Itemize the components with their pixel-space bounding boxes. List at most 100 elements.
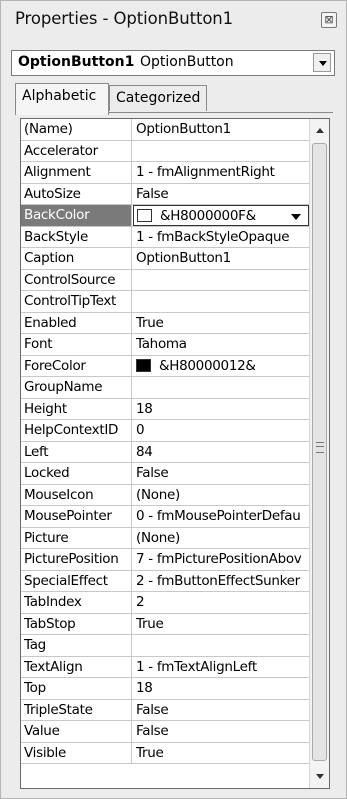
property-value[interactable]: &H80000012&	[133, 356, 309, 377]
property-value[interactable]: OptionButton1	[133, 119, 309, 140]
property-name[interactable]: Caption	[21, 248, 132, 269]
property-name[interactable]: Alignment	[21, 162, 132, 183]
property-value[interactable]: &H8000000F&	[133, 205, 309, 226]
property-value[interactable]: True	[133, 743, 309, 764]
property-value[interactable]: False	[133, 463, 309, 484]
property-value[interactable]: (None)	[133, 528, 309, 549]
property-value[interactable]: True	[133, 614, 309, 635]
property-name[interactable]: Tag	[21, 635, 132, 656]
property-row[interactable]: ControlTipText	[21, 291, 309, 313]
property-name[interactable]: BackColor	[21, 205, 132, 226]
property-name[interactable]: MouseIcon	[21, 484, 132, 505]
property-name[interactable]: Left	[21, 441, 132, 462]
scroll-up-button[interactable]	[312, 123, 328, 139]
property-name[interactable]: PicturePosition	[21, 549, 132, 570]
property-row[interactable]: PicturePosition 7 - fmPicturePositionAbov	[21, 549, 309, 571]
close-icon[interactable]: ⊠	[321, 12, 337, 28]
property-row[interactable]: Accelerator	[21, 140, 309, 162]
property-name[interactable]: ForeColor	[21, 355, 132, 376]
property-value[interactable]	[133, 635, 309, 656]
property-name[interactable]: Top	[21, 678, 132, 699]
property-name[interactable]: TextAlign	[21, 656, 132, 677]
property-value[interactable]: 18	[133, 678, 309, 699]
property-name[interactable]: ControlSource	[21, 269, 132, 290]
property-row[interactable]: ForeColor &H80000012&	[21, 355, 309, 377]
property-value[interactable]: 1 - fmTextAlignLeft	[133, 657, 309, 678]
property-row[interactable]: (Name) OptionButton1	[21, 119, 309, 141]
property-value[interactable]: (None)	[133, 485, 309, 506]
property-row[interactable]: Caption OptionButton1	[21, 248, 309, 270]
property-row[interactable]: Left 84	[21, 441, 309, 463]
property-name[interactable]: Font	[21, 334, 132, 355]
property-name[interactable]: GroupName	[21, 377, 132, 398]
property-row[interactable]: SpecialEffect 2 - fmButtonEffectSunker	[21, 570, 309, 592]
property-value[interactable]: 2 - fmButtonEffectSunker	[133, 571, 309, 592]
property-row[interactable]: Value False	[21, 721, 309, 743]
property-name[interactable]: Value	[21, 721, 132, 742]
title-bar[interactable]: Properties - OptionButton1 ⊠	[1, 1, 346, 45]
property-row[interactable]: Tag	[21, 635, 309, 657]
scroll-down-button[interactable]	[312, 768, 328, 784]
property-name[interactable]: Locked	[21, 463, 132, 484]
property-value[interactable]: False	[133, 184, 309, 205]
property-row[interactable]: Font Tahoma	[21, 334, 309, 356]
property-name[interactable]: ControlTipText	[21, 291, 132, 312]
property-value[interactable]	[133, 291, 309, 312]
property-value[interactable]: 1 - fmAlignmentRight	[133, 162, 309, 183]
property-row[interactable]: Top 18	[21, 678, 309, 700]
dropdown-button[interactable]	[313, 53, 331, 72]
property-row[interactable]: Height 18	[21, 398, 309, 420]
property-name[interactable]: Height	[21, 398, 132, 419]
property-name[interactable]: SpecialEffect	[21, 570, 132, 591]
property-row[interactable]: TabStop True	[21, 613, 309, 635]
vertical-scrollbar[interactable]	[309, 119, 329, 788]
property-row[interactable]: TextAlign 1 - fmTextAlignLeft	[21, 656, 309, 678]
property-row[interactable]: MouseIcon (None)	[21, 484, 309, 506]
property-row[interactable]: AutoSize False	[21, 183, 309, 205]
property-row[interactable]: Visible True	[21, 742, 309, 764]
value-dropdown-button[interactable]	[286, 208, 306, 225]
property-row[interactable]: Alignment 1 - fmAlignmentRight	[21, 162, 309, 184]
property-row[interactable]: Locked False	[21, 463, 309, 485]
property-row[interactable]: ControlSource	[21, 269, 309, 291]
property-value[interactable]: 18	[133, 399, 309, 420]
property-name[interactable]: Picture	[21, 527, 132, 548]
object-selector-dropdown[interactable]: OptionButton1 OptionButton	[11, 50, 335, 76]
scrollbar-thumb[interactable]	[312, 143, 327, 761]
property-row[interactable]: Picture (None)	[21, 527, 309, 549]
property-value[interactable]: 0 - fmMousePointerDefau	[133, 506, 309, 527]
property-value[interactable]: Tahoma	[133, 334, 309, 355]
property-row[interactable]: HelpContextID 0	[21, 420, 309, 442]
property-value[interactable]: False	[133, 721, 309, 742]
property-row[interactable]: BackColor &H8000000F&	[21, 205, 309, 227]
property-name[interactable]: MousePointer	[21, 506, 132, 527]
property-row[interactable]: Enabled True	[21, 312, 309, 334]
property-name[interactable]: BackStyle	[21, 226, 132, 247]
property-row[interactable]: TabIndex 2	[21, 592, 309, 614]
property-value[interactable]: 2	[133, 592, 309, 613]
property-name[interactable]: TabStop	[21, 613, 132, 634]
property-row[interactable]: TripleState False	[21, 699, 309, 721]
property-row[interactable]: BackStyle 1 - fmBackStyleOpaque	[21, 226, 309, 248]
property-name[interactable]: AutoSize	[21, 183, 132, 204]
property-name[interactable]: TabIndex	[21, 592, 132, 613]
property-value[interactable]: 0	[133, 420, 309, 441]
property-value[interactable]	[133, 141, 309, 162]
property-name[interactable]: TripleState	[21, 699, 132, 720]
property-name[interactable]: Visible	[21, 742, 132, 763]
property-row[interactable]: MousePointer 0 - fmMousePointerDefau	[21, 506, 309, 528]
property-value[interactable]: 1 - fmBackStyleOpaque	[133, 227, 309, 248]
property-value[interactable]: True	[133, 313, 309, 334]
property-value[interactable]	[133, 270, 309, 291]
property-value[interactable]: 84	[133, 442, 309, 463]
property-name[interactable]: Enabled	[21, 312, 132, 333]
property-value[interactable]: OptionButton1	[133, 248, 309, 269]
tab-alphabetic[interactable]: Alphabetic	[15, 83, 109, 115]
property-value[interactable]	[133, 377, 309, 398]
property-name[interactable]: (Name)	[21, 119, 132, 140]
property-name[interactable]: HelpContextID	[21, 420, 132, 441]
property-value[interactable]: False	[133, 700, 309, 721]
property-name[interactable]: Accelerator	[21, 140, 132, 161]
property-value[interactable]: 7 - fmPicturePositionAbov	[133, 549, 309, 570]
tab-categorized[interactable]: Categorized	[109, 85, 207, 111]
